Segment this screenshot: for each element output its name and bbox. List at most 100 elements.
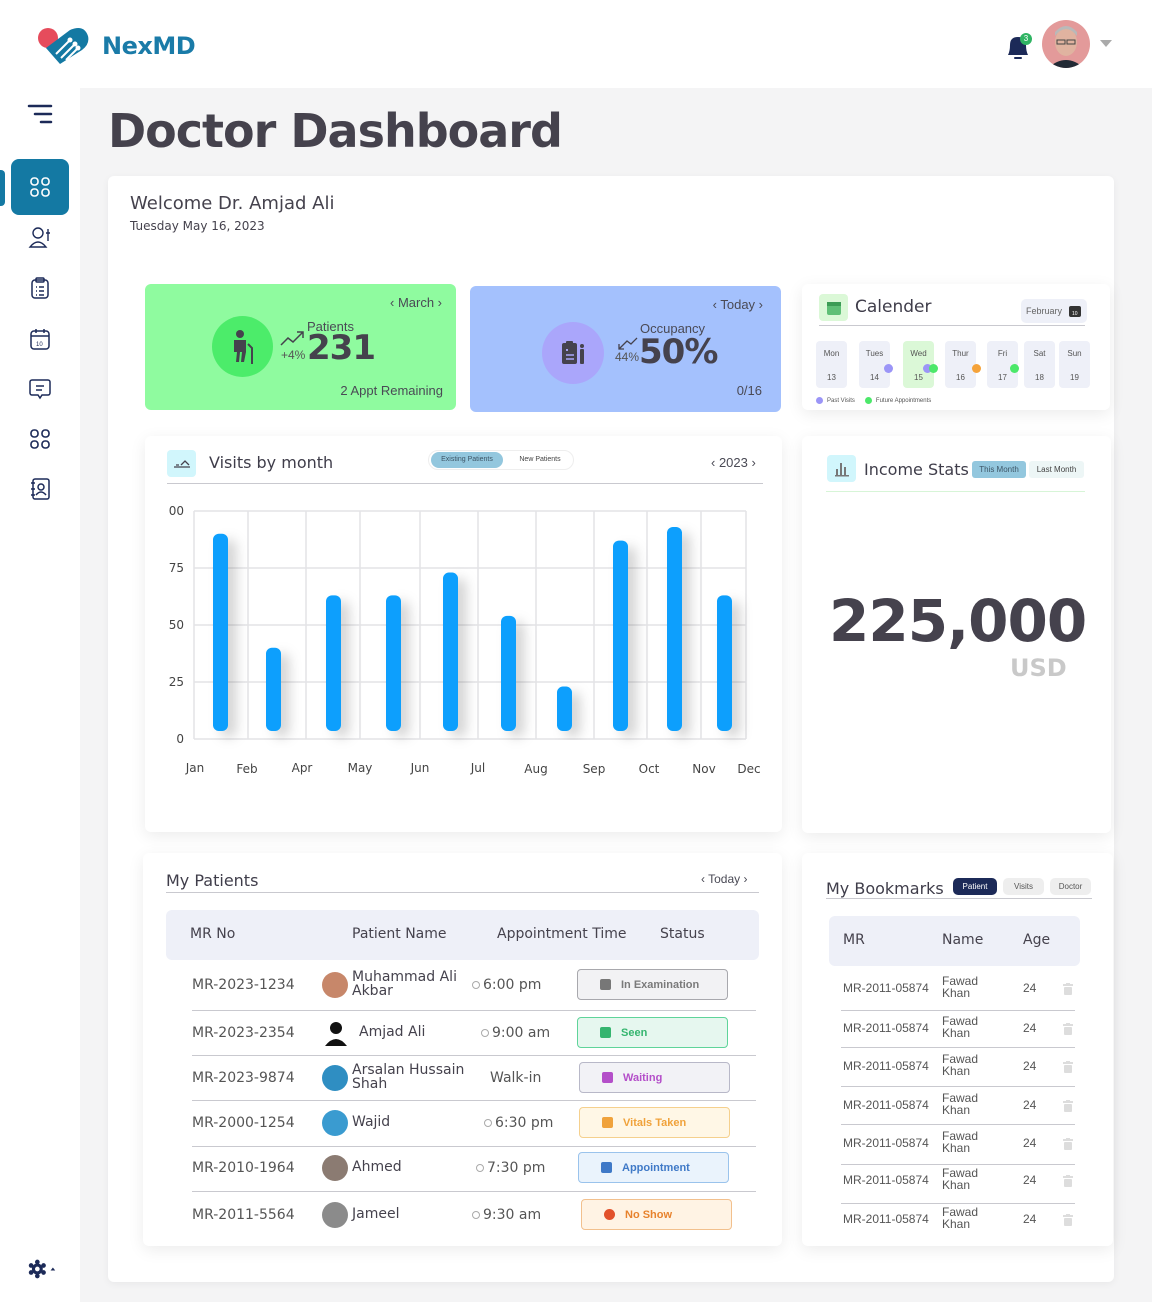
this-month-tab[interactable]: This Month xyxy=(972,461,1026,478)
status-badge[interactable]: Waiting xyxy=(579,1062,730,1093)
bar[interactable] xyxy=(213,533,228,731)
svg-text:10: 10 xyxy=(36,342,43,348)
user-menu-caret-icon[interactable] xyxy=(1100,40,1112,47)
month-nav[interactable]: ‹ March › xyxy=(390,295,442,310)
patient-name[interactable]: Arsalan Hussain Shah xyxy=(352,1063,467,1091)
bookmark-name[interactable]: Fawad Khan xyxy=(942,975,986,999)
chat-icon xyxy=(29,379,51,400)
delete-bookmark-button[interactable] xyxy=(1063,982,1073,995)
patient-name[interactable]: Ahmed xyxy=(352,1160,492,1174)
x-tick-label: Dec xyxy=(737,762,760,776)
calendar-day[interactable]: Thur 16 xyxy=(945,341,976,388)
delete-bookmark-button[interactable] xyxy=(1063,1137,1073,1150)
delete-bookmark-button[interactable] xyxy=(1063,1060,1073,1073)
new-patients-tab[interactable]: New Patients xyxy=(505,452,575,468)
status-badge[interactable]: Vitals Taken xyxy=(579,1107,730,1138)
bookmark-age: 24 xyxy=(1023,981,1037,995)
occupancy-icon-circle xyxy=(542,322,604,384)
calendar-day[interactable]: Sun 19 xyxy=(1059,341,1090,388)
status-badge[interactable]: No Show xyxy=(581,1199,732,1230)
elderly-patient-icon xyxy=(233,329,253,364)
calendar-small-icon: 10 xyxy=(1069,306,1081,317)
future-appointments-swatch xyxy=(864,397,872,404)
patient-name[interactable]: Wajid xyxy=(352,1115,492,1129)
patient-icon-circle xyxy=(212,316,273,377)
patients-stat-card[interactable]: ‹ March › +4% Patients 231 2 Appt Remain… xyxy=(145,284,456,410)
row-divider xyxy=(841,1010,1075,1011)
bar[interactable] xyxy=(667,526,682,731)
status-badge[interactable]: Appointment xyxy=(578,1152,729,1183)
income-currency: USD xyxy=(1010,654,1067,682)
year-nav[interactable]: ‹ 2023 › xyxy=(711,455,756,470)
appointment-time: 6:00 pm xyxy=(483,977,542,993)
delete-bookmark-button[interactable] xyxy=(1063,1174,1073,1187)
last-month-tab[interactable]: Last Month xyxy=(1029,461,1084,478)
appointment-time: 7:30 pm xyxy=(487,1160,546,1176)
bar[interactable] xyxy=(501,615,516,731)
visits-bar-chart: 0 25 50 75 00 Jan Feb Apr May Jun Jul Aug Sep Oct Nov D… xyxy=(169,504,761,776)
sidebar-item-messages[interactable] xyxy=(26,375,54,403)
dashboard-icon[interactable] xyxy=(26,173,54,201)
patient-name[interactable]: Jameel xyxy=(352,1207,492,1221)
patient-name[interactable]: Amjad Ali xyxy=(359,1025,499,1039)
bookmark-name[interactable]: Fawad Khan xyxy=(942,1206,986,1230)
bookmark-name[interactable]: Fawad Khan xyxy=(942,1053,986,1077)
bar[interactable] xyxy=(717,595,732,731)
patient-mr: MR-2000-1254 xyxy=(192,1115,295,1131)
visits-title: Visits by month xyxy=(209,453,334,472)
col-appointment-time: Appointment Time xyxy=(497,926,627,942)
day-nav[interactable]: ‹ Today › xyxy=(713,297,763,312)
status-badge[interactable]: Seen xyxy=(577,1017,728,1048)
app-logo[interactable]: NexMD xyxy=(36,26,196,66)
bookmark-name[interactable]: Fawad Khan xyxy=(942,1092,986,1116)
user-avatar[interactable] xyxy=(1042,20,1090,68)
divider xyxy=(166,892,759,893)
calendar-day[interactable]: Sat 18 xyxy=(1024,341,1055,388)
clock-icon xyxy=(472,1211,480,1219)
bar[interactable] xyxy=(386,595,401,731)
day-name: Wed xyxy=(910,349,927,358)
svg-text:10: 10 xyxy=(1072,311,1078,317)
sidebar-item-calendar[interactable]: 10 xyxy=(26,325,54,353)
bookmark-tab-doctor[interactable]: Doctor xyxy=(1050,878,1091,895)
sidebar-item-doctors[interactable] xyxy=(26,223,54,251)
delete-bookmark-button[interactable] xyxy=(1063,1099,1073,1112)
menu-icon[interactable] xyxy=(26,100,54,128)
day-name: Mon xyxy=(823,349,840,358)
bookmark-tab-visits[interactable]: Visits xyxy=(1003,878,1044,895)
patients-count: 231 xyxy=(307,328,376,368)
bar[interactable] xyxy=(557,686,572,731)
bookmark-name[interactable]: Fawad Khan xyxy=(942,1167,986,1191)
bookmark-name[interactable]: Fawad Khan xyxy=(942,1130,986,1154)
col-name: Name xyxy=(942,932,984,948)
sidebar-item-contacts[interactable] xyxy=(26,475,54,503)
month-picker[interactable]: February 10 xyxy=(1021,299,1087,323)
delete-bookmark-button[interactable] xyxy=(1063,1213,1073,1226)
divider xyxy=(819,325,1085,326)
patient-name[interactable]: Muhammad Ali Akbar xyxy=(352,970,467,998)
occupancy-stat-card[interactable]: ‹ Today › 44% Occupancy 50% 0/16 xyxy=(470,286,781,412)
bar[interactable] xyxy=(326,595,341,731)
sidebar-item-records[interactable] xyxy=(26,274,54,302)
calendar-day[interactable]: Mon 13 xyxy=(816,341,847,388)
status-icon xyxy=(602,1117,613,1128)
x-tick-label: Jul xyxy=(470,761,485,775)
bookmark-tab-patient[interactable]: Patient xyxy=(953,878,997,895)
sidebar-item-apps[interactable] xyxy=(26,425,54,453)
bookmark-name[interactable]: Fawad Khan xyxy=(942,1015,986,1039)
y-tick-label: 0 xyxy=(176,732,184,746)
row-divider xyxy=(192,1010,756,1011)
appointment-time: 9:30 am xyxy=(483,1207,542,1223)
patients-day-nav[interactable]: ‹ Today › xyxy=(701,872,747,886)
existing-patients-tab[interactable]: Existing Patients xyxy=(431,452,503,468)
status-icon xyxy=(601,1162,612,1173)
delete-bookmark-button[interactable] xyxy=(1063,1022,1073,1035)
divider xyxy=(826,491,1085,492)
status-badge[interactable]: In Examination xyxy=(577,969,728,1000)
settings-button[interactable] xyxy=(28,1255,56,1283)
patient-mr: MR-2023-9874 xyxy=(192,1070,295,1086)
appointments-remaining: 2 Appt Remaining xyxy=(340,383,443,398)
bar[interactable] xyxy=(443,572,458,731)
bar[interactable] xyxy=(613,540,628,731)
bar[interactable] xyxy=(266,647,281,731)
